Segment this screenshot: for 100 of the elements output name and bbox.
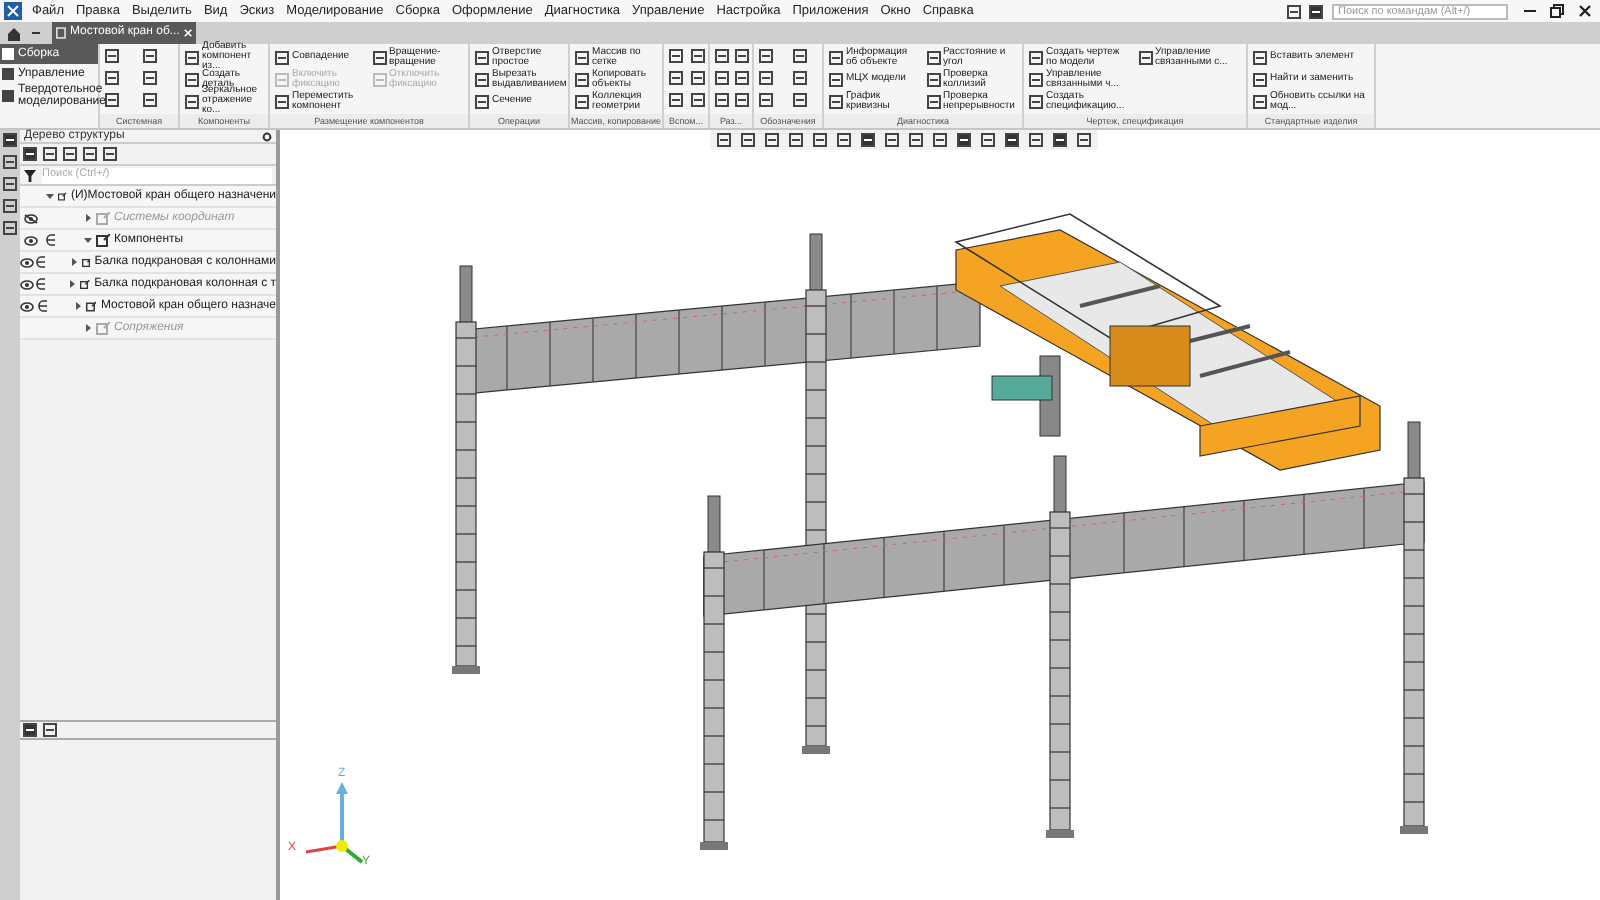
view-tool-icon[interactable] — [1052, 132, 1068, 148]
tree-view-icon[interactable] — [42, 146, 58, 162]
tool-icon[interactable] — [758, 70, 774, 86]
command-icon[interactable] — [828, 93, 844, 109]
include-icon[interactable] — [35, 278, 46, 290]
command-icon[interactable] — [474, 71, 490, 87]
filter-icon[interactable] — [24, 169, 36, 181]
eye-icon[interactable] — [20, 279, 34, 289]
tool-icon[interactable] — [689, 92, 705, 108]
command-icon[interactable] — [274, 93, 290, 109]
command-icon[interactable] — [1137, 49, 1153, 65]
panel-icon[interactable] — [2, 154, 18, 170]
tool-icon[interactable] — [714, 92, 730, 108]
hidden-eye-icon[interactable] — [23, 213, 37, 223]
expand-arrow-icon[interactable] — [68, 280, 77, 288]
command-icon[interactable] — [574, 93, 590, 109]
tool-icon[interactable] — [142, 92, 158, 108]
collapse-arrow-icon[interactable] — [84, 236, 92, 244]
view-tool-icon[interactable] — [764, 132, 780, 148]
tool-icon[interactable] — [734, 48, 750, 64]
command-icon[interactable] — [1252, 93, 1268, 109]
document-icon — [56, 26, 66, 40]
command-icon[interactable] — [1252, 49, 1268, 65]
tool-icon[interactable] — [734, 70, 750, 86]
tool-icon[interactable] — [142, 48, 158, 64]
include-icon[interactable] — [35, 256, 46, 268]
command-icon[interactable] — [828, 49, 844, 65]
command-icon[interactable] — [371, 49, 387, 65]
command-icon[interactable] — [474, 49, 490, 65]
tool-icon[interactable] — [689, 48, 705, 64]
include-icon[interactable] — [37, 300, 48, 312]
eye-icon[interactable] — [20, 301, 35, 311]
tool-icon[interactable] — [689, 70, 705, 86]
panel-icon[interactable] — [2, 198, 18, 214]
tool-icon[interactable] — [791, 92, 807, 108]
command-icon[interactable] — [1028, 71, 1044, 87]
panel-icon[interactable] — [2, 220, 18, 236]
tool-icon[interactable] — [714, 70, 730, 86]
app-logo-icon[interactable] — [4, 2, 22, 20]
collapse-arrow-icon[interactable] — [46, 192, 55, 200]
command-icon[interactable] — [184, 49, 200, 65]
tool-icon[interactable] — [104, 70, 120, 86]
tool-icon[interactable] — [714, 48, 730, 64]
view-tool-icon[interactable] — [836, 132, 852, 148]
panel-icon[interactable] — [2, 132, 18, 148]
command-icon[interactable] — [274, 49, 290, 65]
view-tool-icon[interactable] — [740, 132, 756, 148]
view-tool-icon[interactable] — [884, 132, 900, 148]
tool-icon[interactable] — [104, 92, 120, 108]
command-icon[interactable] — [574, 71, 590, 87]
view-tool-icon[interactable] — [860, 132, 876, 148]
expand-arrow-icon[interactable] — [69, 258, 78, 266]
command-icon[interactable] — [184, 93, 200, 109]
part-icon — [81, 255, 91, 269]
close-icon[interactable] — [1578, 4, 1592, 18]
tool-icon[interactable] — [668, 70, 684, 86]
view-tool-icon[interactable] — [716, 132, 732, 148]
eye-icon[interactable] — [23, 235, 37, 245]
tree-tab-icon[interactable] — [22, 722, 38, 738]
view-tool-icon[interactable] — [788, 132, 804, 148]
command-icon[interactable] — [574, 49, 590, 65]
window-icon[interactable] — [1308, 3, 1324, 19]
restore-icon[interactable] — [1550, 4, 1564, 18]
tool-icon[interactable] — [758, 92, 774, 108]
eye-icon[interactable] — [20, 257, 34, 267]
tool-icon[interactable] — [104, 48, 120, 64]
include-icon[interactable] — [45, 234, 55, 246]
tool-icon[interactable] — [791, 48, 807, 64]
tool-icon[interactable] — [758, 48, 774, 64]
expand-arrow-icon[interactable] — [84, 324, 92, 332]
command-icon[interactable] — [474, 93, 490, 109]
window-icon[interactable] — [1286, 3, 1302, 19]
properties-tab-icon[interactable] — [42, 722, 58, 738]
tree-view-icon[interactable] — [22, 146, 38, 162]
command-icon[interactable] — [1028, 49, 1044, 65]
view-tool-icon[interactable] — [1028, 132, 1044, 148]
expand-arrow-icon[interactable] — [84, 214, 92, 222]
view-tool-icon[interactable] — [1076, 132, 1092, 148]
view-tool-icon[interactable] — [908, 132, 924, 148]
tree-view-icon[interactable] — [82, 146, 98, 162]
tree-view-icon[interactable] — [62, 146, 78, 162]
command-icon[interactable] — [1252, 71, 1268, 87]
tool-icon[interactable] — [668, 48, 684, 64]
command-icon[interactable] — [828, 71, 844, 87]
view-tool-icon[interactable] — [812, 132, 828, 148]
view-tool-icon[interactable] — [956, 132, 972, 148]
command-icon[interactable] — [925, 93, 941, 109]
view-tool-icon[interactable] — [1004, 132, 1020, 148]
command-icon[interactable] — [925, 49, 941, 65]
tool-icon[interactable] — [734, 92, 750, 108]
expand-arrow-icon[interactable] — [74, 302, 83, 310]
command-icon[interactable] — [184, 71, 200, 87]
tool-icon[interactable] — [142, 70, 158, 86]
view-tool-icon[interactable] — [932, 132, 948, 148]
command-icon[interactable] — [1028, 93, 1044, 109]
view-tool-icon[interactable] — [980, 132, 996, 148]
tool-icon[interactable] — [668, 92, 684, 108]
tool-icon[interactable] — [791, 70, 807, 86]
command-icon[interactable] — [925, 71, 941, 87]
panel-icon[interactable] — [2, 176, 18, 192]
